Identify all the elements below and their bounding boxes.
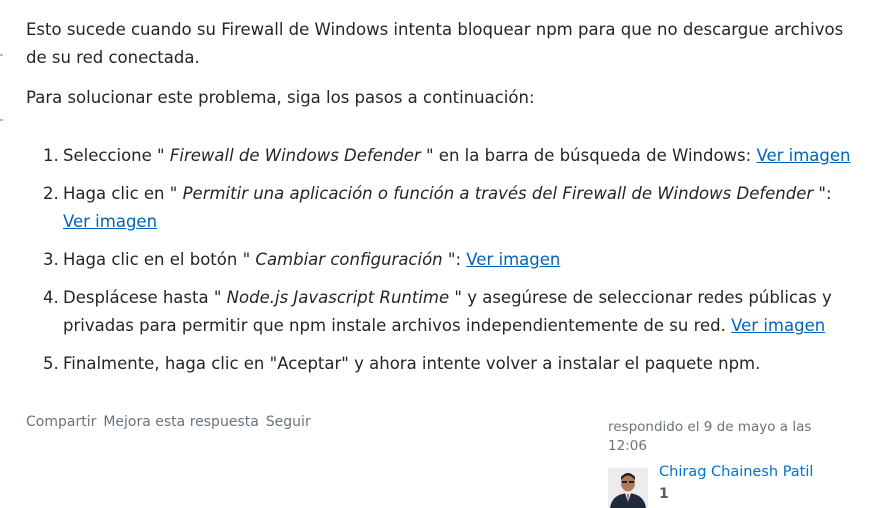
post-menu: Compartir Mejora esta respuesta Seguir (26, 414, 318, 430)
answered-time: respondido el 9 de mayo a las 12:06 (608, 419, 812, 454)
step-number: 5. (43, 354, 59, 373)
left-edge-mark (0, 119, 3, 121)
step-text: Seleccione " (63, 146, 170, 165)
step-text: Finalmente, haga clic en "Aceptar" y aho… (63, 354, 761, 373)
user-name-link[interactable]: Chirag Chainesh Patil (659, 464, 813, 480)
step-number: 4. (43, 288, 59, 307)
list-item: 2. Haga clic en " Permitir una aplicación… (26, 180, 856, 236)
view-image-link[interactable]: Ver imagen (756, 146, 850, 165)
step-emphasis: Cambiar configuración (255, 250, 443, 269)
user-signature: respondido el 9 de mayo a las 12:06 Chir… (608, 418, 828, 508)
list-item: 5. Finalmente, haga clic en "Aceptar" y a… (26, 350, 856, 378)
step-number: 3. (43, 250, 59, 269)
list-item: 1. Seleccione " Firewall de Windows Defen… (26, 142, 856, 170)
user-info: Chirag Chainesh Patil 1 (608, 464, 828, 508)
step-emphasis: Firewall de Windows Defender (169, 146, 421, 165)
list-item: 4. Desplácese hasta " Node.js Javascript … (26, 284, 856, 340)
step-text: Desplácese hasta " (63, 288, 227, 307)
step-text: Haga clic en el botón " (63, 250, 256, 269)
step-text: " en la barra de búsqueda de Windows: (420, 146, 757, 165)
view-image-link[interactable]: Ver imagen (466, 250, 560, 269)
step-emphasis: Node.js Javascript Runtime (226, 288, 450, 307)
steps-list: 1. Seleccione " Firewall de Windows Defen… (26, 142, 856, 388)
step-text: ": (813, 184, 832, 203)
view-image-link[interactable]: Ver imagen (731, 316, 825, 335)
list-item: 3. Haga clic en el botón " Cambiar config… (26, 246, 856, 274)
left-edge-mark (0, 54, 3, 56)
step-emphasis: Permitir una aplicación o función a trav… (182, 184, 814, 203)
avatar[interactable] (608, 468, 648, 508)
share-link[interactable]: Compartir (26, 414, 96, 430)
user-avatar-icon (608, 468, 648, 508)
view-image-link[interactable]: Ver imagen (63, 212, 157, 231)
reputation-score: 1 (659, 486, 669, 502)
steps-intro-paragraph: Para solucionar este problema, siga los … (26, 88, 535, 107)
answer-body: Esto sucede cuando su Firewall de Window… (26, 16, 862, 112)
step-text: Haga clic en " (63, 184, 183, 203)
step-number: 1. (43, 146, 59, 165)
step-number: 2. (43, 184, 59, 203)
step-text: ": (442, 250, 467, 269)
follow-link[interactable]: Seguir (266, 414, 311, 430)
improve-answer-link[interactable]: Mejora esta respuesta (103, 414, 258, 430)
intro-paragraph: Esto sucede cuando su Firewall de Window… (26, 20, 844, 67)
